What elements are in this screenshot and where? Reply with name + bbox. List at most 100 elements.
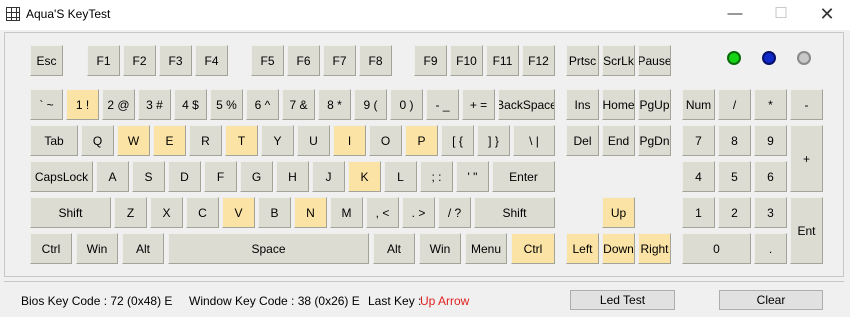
key-numpad-4[interactable]: 4 xyxy=(682,161,715,192)
key-tab[interactable]: Tab xyxy=(30,125,78,156)
key-f1[interactable]: F1 xyxy=(87,45,120,76)
key-numpad-1[interactable]: 1 xyxy=(682,197,715,228)
key-numpad-0[interactable]: 0 xyxy=(682,233,751,264)
key-q[interactable]: Q xyxy=(81,125,114,156)
key-numpad-6[interactable]: 6 xyxy=(754,161,787,192)
key-enter[interactable]: Enter xyxy=(492,161,555,192)
key-pgup[interactable]: PgUp xyxy=(638,89,671,120)
key-f4[interactable]: F4 xyxy=(195,45,228,76)
key-del[interactable]: Del xyxy=(566,125,599,156)
key-prtsc[interactable]: Prtsc xyxy=(566,45,599,76)
key-numpad-9[interactable]: 9 xyxy=(754,125,787,156)
key-z[interactable]: Z xyxy=(114,197,147,228)
key-9[interactable]: 9 ( xyxy=(354,89,387,120)
key-capslock[interactable]: CapsLock xyxy=(30,161,93,192)
key-x[interactable]: X xyxy=(150,197,183,228)
key-c[interactable]: C xyxy=(186,197,219,228)
key-scrlk[interactable]: ScrLk xyxy=(602,45,635,76)
key-home[interactable]: Home xyxy=(602,89,635,120)
key-v[interactable]: V xyxy=(222,197,255,228)
key-f7[interactable]: F7 xyxy=(323,45,356,76)
key-r[interactable]: R xyxy=(189,125,222,156)
key-f10[interactable]: F10 xyxy=(450,45,483,76)
key-f8[interactable]: F8 xyxy=(359,45,392,76)
key-left-ctrl[interactable]: Ctrl xyxy=(30,233,72,264)
key-1[interactable]: 1 ! xyxy=(66,89,99,120)
key-f6[interactable]: F6 xyxy=(287,45,320,76)
key-numpad-divide[interactable]: / xyxy=(718,89,751,120)
minimize-button[interactable]: — xyxy=(712,0,758,30)
key-a[interactable]: A xyxy=(96,161,129,192)
key-left-shift[interactable]: Shift xyxy=(30,197,111,228)
key-4[interactable]: 4 $ xyxy=(174,89,207,120)
key-right-alt[interactable]: Alt xyxy=(373,233,415,264)
key-period[interactable]: . > xyxy=(402,197,435,228)
key-slash[interactable]: / ? xyxy=(438,197,471,228)
key-ins[interactable]: Ins xyxy=(566,89,599,120)
key-b[interactable]: B xyxy=(258,197,291,228)
key-lbracket[interactable]: [ { xyxy=(441,125,474,156)
key-numpad-subtract[interactable]: - xyxy=(790,89,823,120)
key-0[interactable]: 0 ) xyxy=(390,89,423,120)
close-button[interactable]: ✕ xyxy=(804,0,850,30)
key-o[interactable]: O xyxy=(369,125,402,156)
key-numpad-7[interactable]: 7 xyxy=(682,125,715,156)
led-test-button[interactable]: Led Test xyxy=(570,290,675,310)
key-f3[interactable]: F3 xyxy=(159,45,192,76)
key-pgdn[interactable]: PgDn xyxy=(638,125,671,156)
key-quote[interactable]: ' " xyxy=(456,161,489,192)
key-numpad-add[interactable]: + xyxy=(790,125,823,192)
key-y[interactable]: Y xyxy=(261,125,294,156)
key-h[interactable]: H xyxy=(276,161,309,192)
key-backspace[interactable]: BackSpace xyxy=(498,89,555,120)
key-space[interactable]: Space xyxy=(168,233,369,264)
key-i[interactable]: I xyxy=(333,125,366,156)
key-7[interactable]: 7 & xyxy=(282,89,315,120)
key-8[interactable]: 8 * xyxy=(318,89,351,120)
key-equal[interactable]: + = xyxy=(462,89,495,120)
key-esc[interactable]: Esc xyxy=(30,45,63,76)
clear-button[interactable]: Clear xyxy=(719,290,823,310)
key-numpad-2[interactable]: 2 xyxy=(718,197,751,228)
key-backslash[interactable]: \ | xyxy=(513,125,555,156)
key-end[interactable]: End xyxy=(602,125,635,156)
key-3[interactable]: 3 # xyxy=(138,89,171,120)
key-minus[interactable]: - _ xyxy=(426,89,459,120)
key-u[interactable]: U xyxy=(297,125,330,156)
key-m[interactable]: M xyxy=(330,197,363,228)
key-right-ctrl[interactable]: Ctrl xyxy=(511,233,555,264)
key-l[interactable]: L xyxy=(384,161,417,192)
key-p[interactable]: P xyxy=(405,125,438,156)
key-up-arrow[interactable]: Up xyxy=(602,197,635,228)
key-f11[interactable]: F11 xyxy=(486,45,519,76)
key-left-alt[interactable]: Alt xyxy=(122,233,164,264)
key-w[interactable]: W xyxy=(117,125,150,156)
key-down-arrow[interactable]: Down xyxy=(602,233,635,264)
key-right-win[interactable]: Win xyxy=(419,233,461,264)
key-5[interactable]: 5 % xyxy=(210,89,243,120)
key-numpad-multiply[interactable]: * xyxy=(754,89,787,120)
maximize-button[interactable]: ☐ xyxy=(758,0,804,30)
key-comma[interactable]: , < xyxy=(366,197,399,228)
key-numlock[interactable]: Num xyxy=(682,89,715,120)
key-left-arrow[interactable]: Left xyxy=(566,233,599,264)
key-rbracket[interactable]: ] } xyxy=(477,125,510,156)
key-6[interactable]: 6 ^ xyxy=(246,89,279,120)
key-t[interactable]: T xyxy=(225,125,258,156)
key-numpad-enter[interactable]: Ent xyxy=(790,197,823,264)
key-s[interactable]: S xyxy=(132,161,165,192)
key-2[interactable]: 2 @ xyxy=(102,89,135,120)
key-numpad-8[interactable]: 8 xyxy=(718,125,751,156)
key-f9[interactable]: F9 xyxy=(414,45,447,76)
key-right-arrow[interactable]: Right xyxy=(638,233,671,264)
key-f2[interactable]: F2 xyxy=(123,45,156,76)
key-right-shift[interactable]: Shift xyxy=(474,197,555,228)
key-f5[interactable]: F5 xyxy=(251,45,284,76)
key-g[interactable]: G xyxy=(240,161,273,192)
key-f12[interactable]: F12 xyxy=(522,45,555,76)
key-semicolon[interactable]: ; : xyxy=(420,161,453,192)
key-left-win[interactable]: Win xyxy=(76,233,118,264)
key-e[interactable]: E xyxy=(153,125,186,156)
key-backtick[interactable]: ` ~ xyxy=(30,89,63,120)
key-numpad-3[interactable]: 3 xyxy=(754,197,787,228)
